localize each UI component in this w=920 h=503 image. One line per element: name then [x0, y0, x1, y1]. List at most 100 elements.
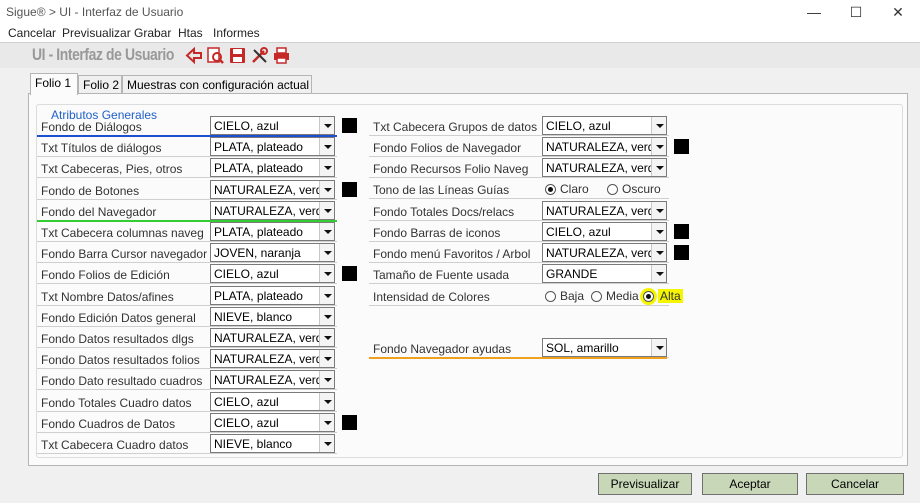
- combo-fondo-totales-docs-relacs[interactable]: NATURALEZA, verd: [542, 201, 667, 220]
- tab-muestras[interactable]: Muestras con configuración actual: [122, 75, 312, 94]
- guide-line: [37, 410, 337, 412]
- chevron-down-icon[interactable]: [319, 350, 334, 368]
- chevron-down-icon[interactable]: [651, 117, 666, 134]
- accept-button[interactable]: Aceptar: [702, 473, 798, 495]
- tab-folio-2[interactable]: Folio 2: [78, 75, 122, 94]
- chevron-down-icon[interactable]: [319, 223, 334, 240]
- guide-line: [369, 241, 669, 242]
- chevron-down-icon[interactable]: [319, 138, 334, 156]
- color-swatch[interactable]: [342, 266, 357, 282]
- combo-value: CIELO, azul: [214, 394, 279, 409]
- combo-txt-cabecera-grupos-de-datos[interactable]: CIELO, azul: [542, 116, 667, 135]
- maximize-button[interactable]: ☐: [836, 2, 876, 22]
- menu-grabar[interactable]: Grabar: [134, 26, 171, 40]
- combo-fondo-menu-favoritos-arbol[interactable]: NATURALEZA, verd: [542, 243, 667, 262]
- chevron-down-icon[interactable]: [651, 265, 666, 282]
- combo-fondo-datos-resultados-folios[interactable]: NATURALEZA, verd: [210, 349, 335, 369]
- radio-label-oscuro[interactable]: Oscuro: [622, 182, 661, 196]
- chevron-down-icon[interactable]: [651, 138, 666, 155]
- radio-label-baja[interactable]: Baja: [560, 289, 584, 303]
- chevron-down-icon[interactable]: [319, 159, 334, 177]
- chevron-down-icon[interactable]: [319, 265, 334, 283]
- menu-previsualizar[interactable]: Previsualizar: [62, 26, 131, 40]
- chevron-down-icon[interactable]: [319, 329, 334, 346]
- menu-informes[interactable]: Informes: [213, 26, 260, 40]
- menu-cancelar[interactable]: Cancelar: [8, 26, 56, 40]
- label-fondo-de-botones: Fondo de Botones: [41, 183, 140, 198]
- color-swatch[interactable]: [674, 245, 689, 260]
- menu-htas[interactable]: Htas: [178, 26, 203, 40]
- radio-baja[interactable]: [545, 291, 556, 302]
- radio-oscuro[interactable]: [607, 184, 618, 195]
- chevron-down-icon[interactable]: [319, 435, 334, 452]
- preview-button[interactable]: Previsualizar: [598, 473, 692, 495]
- combo-value: NATURALEZA, verd: [546, 204, 651, 218]
- back-icon[interactable]: [185, 46, 204, 65]
- combo-fondo-edicion-datos-general[interactable]: NIEVE, blanco: [210, 306, 335, 326]
- menu-bar: Cancelar Previsualizar Grabar Htas Infor…: [0, 24, 920, 42]
- combo-txt-cabeceras-pies-otros[interactable]: PLATA, plateado: [210, 158, 335, 178]
- label-fondo-folios-de-edicion: Fondo Folios de Edición: [41, 268, 170, 283]
- guide-line: [369, 135, 669, 136]
- chevron-down-icon[interactable]: [319, 117, 334, 134]
- combo-fondo-folios-de-navegador[interactable]: NATURALEZA, verd: [542, 137, 667, 156]
- combo-fondo-datos-resultados-dlgs[interactable]: NATURALEZA, verd: [210, 328, 335, 347]
- combo-fondo-totales-cuadro-datos[interactable]: CIELO, azul: [210, 391, 335, 411]
- chevron-down-icon[interactable]: [651, 339, 666, 356]
- chevron-down-icon[interactable]: [319, 413, 334, 431]
- color-swatch[interactable]: [342, 414, 357, 430]
- combo-txt-cabecera-columnas-naveg[interactable]: PLATA, plateado: [210, 222, 335, 241]
- combo-txt-cabecera-cuadro-datos[interactable]: NIEVE, blanco: [210, 434, 335, 453]
- color-swatch[interactable]: [674, 139, 689, 154]
- radio-claro[interactable]: [545, 184, 556, 195]
- chevron-down-icon[interactable]: [319, 244, 334, 262]
- color-swatch[interactable]: [674, 224, 689, 239]
- combo-fondo-cuadros-de-datos[interactable]: CIELO, azul: [210, 412, 335, 432]
- chevron-down-icon[interactable]: [319, 307, 334, 325]
- guide-line: [37, 431, 337, 433]
- tools-icon[interactable]: [250, 46, 269, 65]
- chevron-down-icon[interactable]: [651, 202, 666, 219]
- combo-fondo-barras-de-iconos[interactable]: CIELO, azul: [542, 222, 667, 241]
- chevron-down-icon[interactable]: [319, 392, 334, 410]
- save-icon[interactable]: [228, 46, 247, 65]
- combo-fondo-folios-de-edicion[interactable]: CIELO, azul: [210, 264, 335, 284]
- combo-fondo-barra-cursor-navegador[interactable]: JOVEN, naranja: [210, 243, 335, 263]
- combo-fondo-navegador-ayudas[interactable]: SOL, amarillo: [542, 338, 667, 357]
- combo-fondo-de-botones[interactable]: NATURALEZA, verd: [210, 179, 335, 199]
- chevron-down-icon[interactable]: [319, 286, 334, 304]
- combo-fondo-del-navegador[interactable]: NATURALEZA, verd: [210, 200, 335, 220]
- combo-fondo-de-dialogos[interactable]: CIELO, azul: [210, 116, 335, 135]
- cancel-button[interactable]: Cancelar: [806, 473, 904, 495]
- label-txt-cabecera-cuadro-datos: Txt Cabecera Cuadro datos: [41, 438, 189, 452]
- combo-value: CIELO, azul: [546, 225, 611, 239]
- combo-fondo-recursos-folio-naveg[interactable]: NATURALEZA, verd: [542, 158, 667, 177]
- color-swatch[interactable]: [342, 181, 357, 197]
- combo-tamano-de-fuente-usada[interactable]: GRANDE: [542, 264, 667, 283]
- chevron-down-icon[interactable]: [319, 371, 334, 389]
- tab-folio-1[interactable]: Folio 1: [30, 73, 78, 95]
- label-fondo-datos-resultados-dlgs: Fondo Datos resultados dlgs: [41, 332, 194, 346]
- highlight-fondo-navegador: [37, 219, 337, 222]
- combo-txt-nombre-datos-afines[interactable]: PLATA, plateado: [210, 285, 335, 305]
- radio-alta[interactable]: [643, 291, 654, 302]
- radio-label-alta[interactable]: Alta: [658, 289, 683, 303]
- chevron-down-icon[interactable]: [651, 223, 666, 240]
- chevron-down-icon[interactable]: [651, 159, 666, 176]
- radio-label-claro[interactable]: Claro: [560, 182, 589, 196]
- combo-txt-titulos-de-dialogos[interactable]: PLATA, plateado: [210, 137, 335, 157]
- guide-line: [369, 283, 669, 284]
- chevron-down-icon[interactable]: [319, 180, 334, 198]
- label-txt-cabeceras-pies-otros: Txt Cabeceras, Pies, otros: [41, 162, 183, 177]
- minimize-button[interactable]: —: [794, 2, 834, 22]
- chevron-down-icon[interactable]: [651, 244, 666, 261]
- radio-label-media[interactable]: Media: [606, 289, 639, 303]
- preview-icon[interactable]: [206, 46, 225, 65]
- radio-media[interactable]: [591, 291, 602, 302]
- chevron-down-icon[interactable]: [319, 201, 334, 219]
- combo-fondo-dato-resultado-cuadros[interactable]: NATURALEZA, verd: [210, 370, 335, 390]
- label-fondo-dato-resultado-cuadros: Fondo Dato resultado cuadros: [41, 374, 203, 389]
- color-swatch[interactable]: [342, 118, 357, 133]
- print-icon[interactable]: [272, 46, 291, 65]
- close-button[interactable]: ✕: [878, 2, 918, 22]
